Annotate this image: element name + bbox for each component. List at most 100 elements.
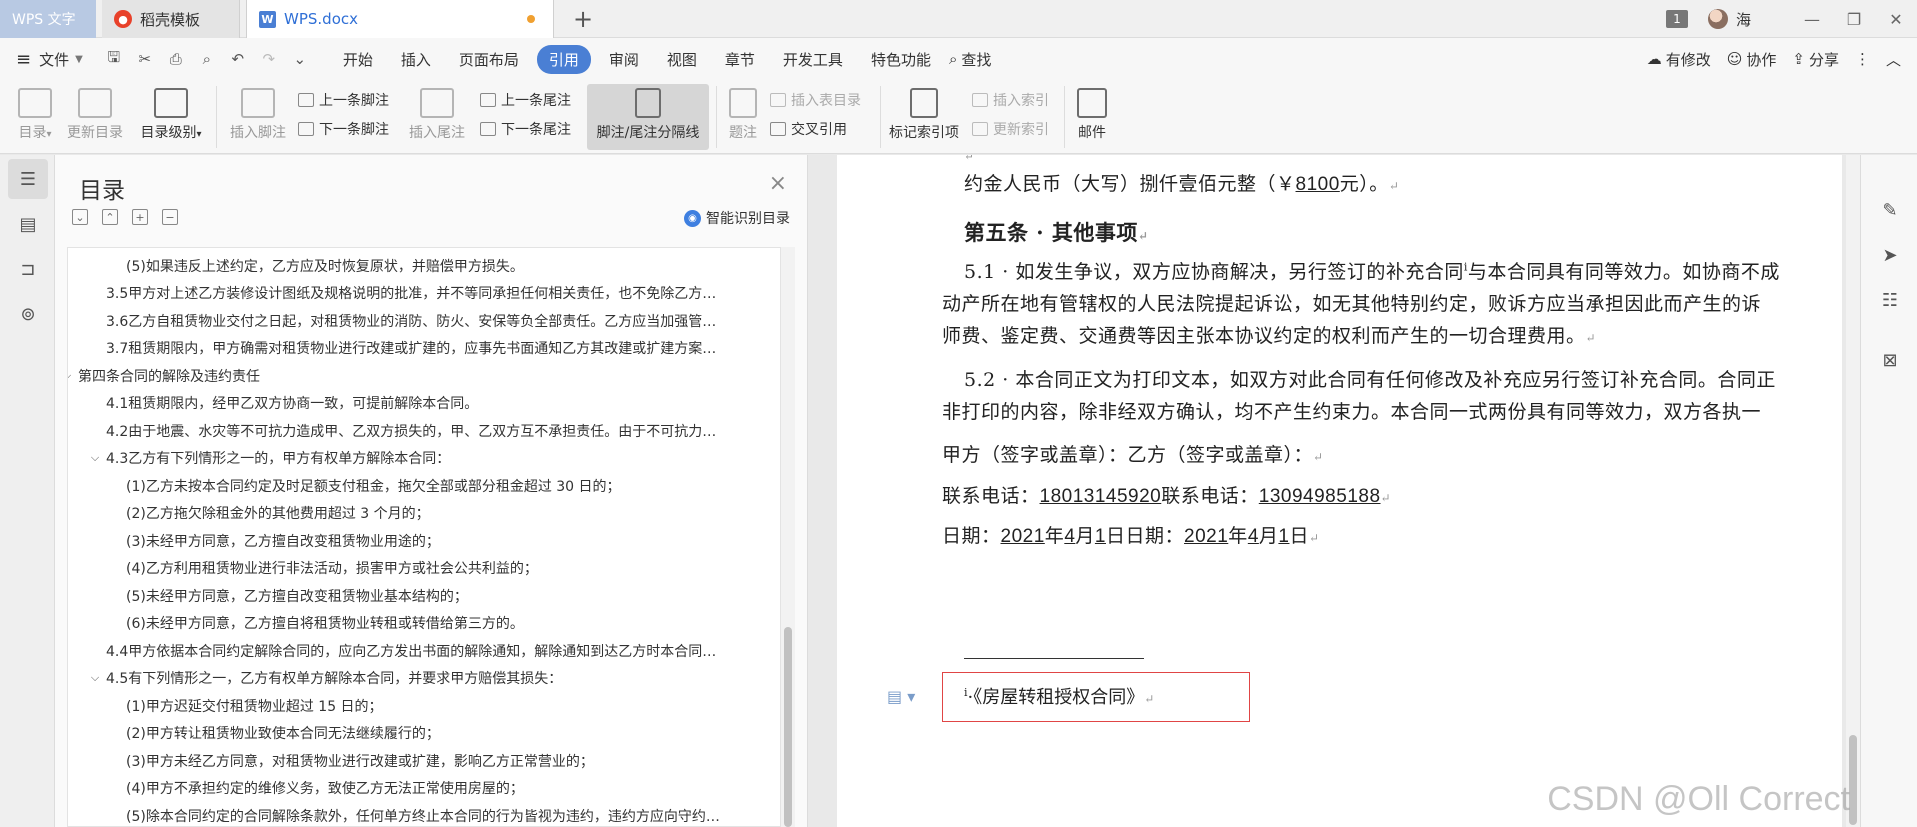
phone-label-b: 联系电话： (1161, 485, 1259, 507)
toc-item[interactable]: 3.6乙方自租赁物业交付之日起，对租赁物业的消防、防火、安保等负全部责任。乙方应… (106, 307, 768, 334)
tab-document[interactable]: W WPS.docx (246, 0, 554, 38)
file-menu[interactable]: ≡ 文件 ▼ (16, 49, 83, 70)
insert-table-toc-button[interactable]: 插入表目录 (770, 90, 861, 110)
toc-item[interactable]: (5)除本合同约定的合同解除条款外，任何单方终止本合同的行为皆视为违约，违约方应… (126, 802, 768, 826)
toc-item[interactable]: (2)乙方拖欠除租金外的其他费用超过 3 个月的； (126, 500, 768, 527)
update-index-button[interactable]: 更新索引 (972, 119, 1049, 139)
toc-nav-icon[interactable]: ☰ (8, 159, 48, 199)
toc-item[interactable]: 3.7租赁期限内，甲方确需对租赁物业进行改建或扩建的，应事先书面通知乙方其改建或… (106, 335, 768, 362)
caption-button[interactable]: 题注 (720, 84, 766, 142)
smart-toc-button[interactable]: ◉ 智能识别目录 (684, 208, 790, 228)
toc-item[interactable]: 4.2由于地震、水灾等不可抗力造成甲、乙双方损失的，甲、乙双方互不承担责任。由于… (106, 417, 768, 444)
footnote-options-icon[interactable]: ▤ ▾ (887, 687, 915, 706)
deposit-amount: 8100 (1295, 174, 1340, 195)
next-footnote-button[interactable]: 下一条脚注 (298, 119, 389, 139)
toc-item[interactable]: ⌵ 4.3乙方有下列情形之一的，甲方有权单方解除本合同： (88, 445, 768, 472)
collapse-ribbon-icon[interactable]: ︿ (1886, 49, 1901, 70)
user-name[interactable]: 海 (1736, 9, 1751, 30)
insert-index-button[interactable]: 插入索引 (972, 90, 1049, 110)
customize-icon[interactable]: ⌄ (289, 50, 311, 68)
toc-item[interactable]: (4)甲方不承担约定的维修义务，致使乙方无法正常使用房屋的； (126, 775, 768, 802)
toc-item[interactable]: 4.4甲方依据本合同约定解除合同的，应向乙方发出书面的解除通知，解除通知到达乙方… (106, 637, 768, 664)
minimize-icon[interactable]: — (1791, 0, 1833, 38)
ribbon-divider (216, 86, 217, 148)
chevron-down-icon[interactable]: ⌵ (88, 451, 102, 465)
avatar[interactable] (1707, 9, 1728, 29)
search-button[interactable]: ⌕ 查找 (949, 49, 991, 70)
add-heading-icon[interactable]: + (132, 209, 148, 225)
format-painter-icon[interactable]: ✂ (134, 50, 156, 68)
tab-chapter[interactable]: 章节 (711, 45, 769, 74)
remove-heading-icon[interactable]: − (162, 209, 178, 225)
undo-icon[interactable]: ↶ (227, 50, 249, 68)
insert-footnote-button[interactable]: 插入脚注 (225, 84, 291, 142)
toc-item[interactable]: (4)乙方利用租赁物业进行非法活动，损害甲方或社会公共利益的； (126, 555, 768, 582)
insert-endnote-button[interactable]: 插入尾注 (404, 84, 470, 142)
separator-line-button[interactable]: 脚注/尾注分隔线 (587, 84, 709, 142)
pen-icon[interactable]: ✎ (1875, 195, 1905, 225)
document-scrollbar[interactable] (1846, 155, 1860, 827)
toc-level-button[interactable]: 目录级别▾ (134, 84, 208, 142)
toc-item[interactable]: (1)乙方未按本合同约定及时足额支付租金，拖欠全部或部分租金超过 30 日的； (126, 472, 768, 499)
new-tab-button[interactable]: + (566, 0, 600, 38)
chevron-down-icon[interactable]: ⌵ (88, 671, 102, 685)
select-cursor-icon[interactable]: ➤ (1875, 240, 1905, 270)
document-page[interactable]: ↵ 约金人民币（大写）捌仟壹佰元整（￥8100元）。↵ 第五条 · 其他事项↵ … (837, 155, 1842, 827)
close-pane-icon[interactable]: ⊠ (1875, 345, 1905, 375)
expand-all-icon[interactable]: ⌃ (102, 209, 118, 225)
window-count-badge[interactable]: 1 (1665, 10, 1688, 28)
toc-item[interactable]: 3.5甲方对上述乙方装修设计图纸及规格说明的批准，并不等同承担任何相关责任，也不… (106, 280, 768, 307)
prev-footnote-button[interactable]: 上一条脚注 (298, 90, 389, 110)
toc-item[interactable]: (6)未经甲方同意，乙方擅自将租赁物业转租或转借给第三方的。 (126, 610, 768, 637)
document-scroll-thumb[interactable] (1849, 735, 1857, 825)
bookmark-icon[interactable]: ⊐ (8, 249, 48, 289)
toc-scrollbar[interactable] (781, 247, 795, 827)
close-window-icon[interactable]: ✕ (1875, 0, 1917, 38)
cross-ref-button[interactable]: 交叉引用 (770, 119, 847, 139)
toc-item[interactable]: (5)如果违反上述约定，乙方应及时恢复原状，并赔偿甲方损失。 (126, 252, 768, 279)
footnote-icon (241, 88, 275, 118)
find-nav-icon[interactable]: ⊚ (8, 294, 48, 334)
toc-item[interactable]: (5)未经甲方同意，乙方擅自改变租赁物业基本结构的； (126, 582, 768, 609)
footnote-text[interactable]: i·《房屋转租授权合同》↵ (964, 683, 1154, 709)
mark-index-button[interactable]: 标记索引项 (884, 84, 964, 142)
toc-item[interactable]: ⌵ 4.5有下列情形之一，乙方有权单方解除本合同，并要求甲方赔偿其损失： (88, 665, 768, 692)
toc-scroll-thumb[interactable] (784, 627, 792, 827)
changes-button[interactable]: ☁ 有修改 (1647, 49, 1711, 70)
toc-item[interactable]: (1)甲方迟延交付租赁物业超过 15 日的； (126, 692, 768, 719)
settings-sliders-icon[interactable]: ☷ (1875, 285, 1905, 315)
update-toc-button[interactable]: 更新目录 (62, 84, 128, 142)
toc-item[interactable]: ⌵ 第四条合同的解除及违约责任 (68, 362, 768, 389)
collapse-all-icon[interactable]: ⌄ (72, 209, 88, 225)
chevron-down-icon[interactable]: ⌵ (68, 369, 74, 383)
share-button[interactable]: ⇪ 分享 (1792, 49, 1839, 70)
app-tab[interactable]: WPS 文字 (0, 0, 96, 38)
toc-item[interactable]: (2)甲方转让租赁物业致使本合同无法继续履行的； (126, 720, 768, 747)
collab-button[interactable]: ☺ 协作 (1727, 49, 1777, 70)
tab-view[interactable]: 视图 (653, 45, 711, 74)
print-preview-icon[interactable]: ⌕ (196, 50, 218, 68)
next-endnote-button[interactable]: 下一条尾注 (480, 119, 571, 139)
tab-developer[interactable]: 开发工具 (769, 45, 857, 74)
tab-home[interactable]: 开始 (329, 45, 387, 74)
print-icon[interactable]: ⎙ (165, 50, 187, 68)
tab-review[interactable]: 审阅 (595, 45, 653, 74)
tab-features[interactable]: 特色功能 (857, 45, 945, 74)
toc-button[interactable]: 目录▾ (8, 84, 62, 142)
mail-button[interactable]: 邮件 (1068, 84, 1116, 142)
toc-item[interactable]: (3)未经甲方同意，乙方擅自改变租赁物业用途的； (126, 527, 768, 554)
prev-endnote-button[interactable]: 上一条尾注 (480, 90, 571, 110)
tab-references[interactable]: 引用 (536, 44, 591, 74)
toc-item[interactable]: 4.1租赁期限内，经甲乙双方协商一致，可提前解除本合同。 (106, 390, 768, 417)
tab-page-layout[interactable]: 页面布局 (445, 45, 533, 74)
toc-item[interactable]: (3)甲方未经乙方同意，对租赁物业进行改建或扩建，影响乙方正常营业的； (126, 747, 768, 774)
close-icon[interactable]: × (769, 171, 787, 196)
redo-icon[interactable]: ↷ (258, 50, 280, 68)
restore-icon[interactable]: ❐ (1833, 0, 1875, 38)
tab-daoke[interactable]: ● 稻壳模板 (102, 0, 240, 38)
section-five-heading: 第五条 · 其他事项 (964, 220, 1138, 245)
more-icon[interactable]: ⋮ (1855, 50, 1870, 68)
save-icon[interactable]: 🖫 (103, 47, 125, 72)
chapter-nav-icon[interactable]: ▤ (8, 204, 48, 244)
tab-insert[interactable]: 插入 (387, 45, 445, 74)
